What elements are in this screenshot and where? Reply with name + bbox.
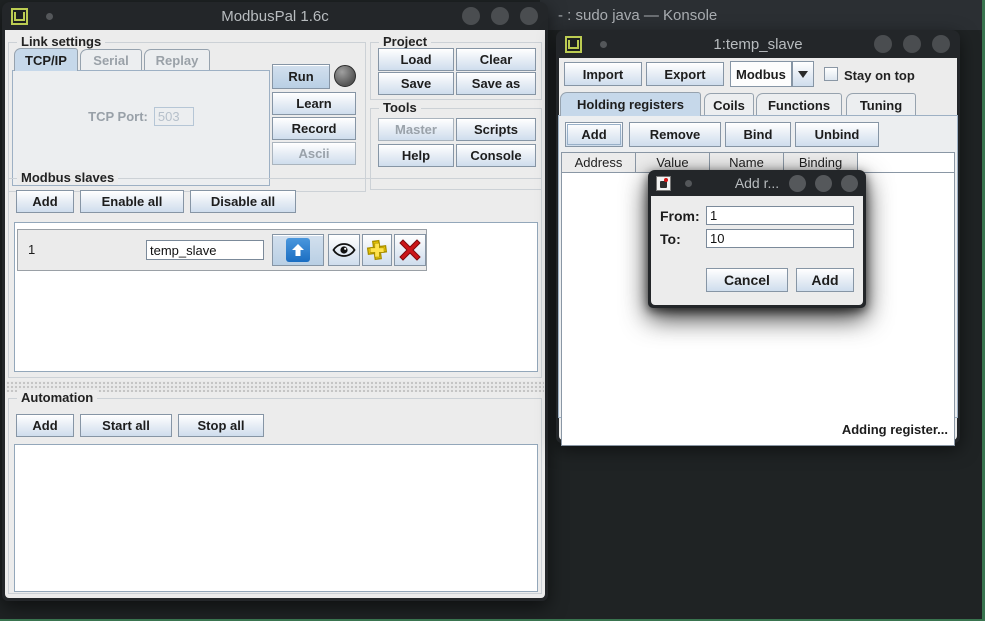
tab-coils[interactable]: Coils — [704, 93, 754, 116]
modbuspal-window: ModbusPal 1.6c Link settings TCP/IP Seri… — [2, 2, 548, 601]
tcp-port-label: TCP Port: — [88, 109, 148, 124]
status-bar: Adding register... — [556, 422, 948, 437]
slave-row[interactable]: 1 — [17, 229, 427, 271]
eye-icon — [332, 242, 356, 258]
console-button[interactable]: Console — [456, 144, 536, 167]
slaves-add-button[interactable]: Add — [16, 190, 74, 213]
stop-all-button[interactable]: Stop all — [178, 414, 264, 437]
stay-on-top-label: Stay on top — [844, 68, 915, 83]
close-x-icon — [399, 239, 421, 261]
clear-button[interactable]: Clear — [456, 48, 536, 71]
dialog-titlebar[interactable]: Add r... — [648, 170, 866, 196]
load-button[interactable]: Load — [378, 48, 454, 71]
slave-id: 1 — [28, 242, 35, 257]
close-button[interactable] — [932, 35, 950, 53]
scripts-button[interactable]: Scripts — [456, 118, 536, 141]
plus-icon — [366, 239, 388, 261]
import-button[interactable]: Import — [564, 62, 642, 86]
tcpip-tab-panel: TCP Port: — [12, 70, 270, 186]
start-all-button[interactable]: Start all — [80, 414, 172, 437]
register-add-button[interactable]: Add — [565, 122, 623, 147]
minimize-button[interactable] — [789, 175, 806, 192]
tab-tuning[interactable]: Tuning — [846, 93, 916, 116]
minimize-button[interactable] — [462, 7, 480, 25]
register-unbind-button[interactable]: Unbind — [795, 122, 879, 147]
slave-add-register-button[interactable] — [362, 234, 392, 266]
window-menu-dot-icon[interactable] — [685, 180, 692, 187]
slave-delete-button[interactable] — [394, 234, 426, 266]
master-button[interactable]: Master — [378, 118, 454, 141]
slave-view-button[interactable] — [328, 234, 360, 266]
dialog-add-button[interactable]: Add — [796, 268, 854, 292]
project-title: Project — [379, 34, 431, 49]
java-app-icon — [656, 176, 671, 191]
maximize-button[interactable] — [903, 35, 921, 53]
slave-app-icon — [565, 36, 582, 53]
stay-on-top-checkbox[interactable] — [824, 67, 838, 81]
save-as-button[interactable]: Save as — [456, 72, 536, 95]
record-button[interactable]: Record — [272, 117, 356, 140]
export-button[interactable]: Export — [646, 62, 724, 86]
link-settings-title: Link settings — [17, 34, 105, 49]
enable-all-button[interactable]: Enable all — [80, 190, 184, 213]
tcp-port-input[interactable] — [154, 107, 194, 126]
modbuspal-app-icon — [11, 8, 28, 25]
col-header-address[interactable]: Address — [562, 153, 636, 172]
konsole-titlebar: - : sudo java — Konsole — [540, 0, 985, 30]
konsole-title: - : sudo java — Konsole — [558, 7, 717, 24]
maximize-button[interactable] — [815, 175, 832, 192]
window-menu-dot-icon[interactable] — [600, 41, 607, 48]
slave-name-input[interactable] — [146, 240, 264, 260]
disable-all-button[interactable]: Disable all — [190, 190, 296, 213]
add-register-dialog: Add r... From: To: Cancel Add — [648, 170, 866, 308]
register-remove-button[interactable]: Remove — [629, 122, 721, 147]
to-label: To: — [660, 231, 681, 247]
from-label: From: — [660, 208, 700, 224]
up-arrow-icon — [286, 238, 310, 262]
tab-functions[interactable]: Functions — [756, 93, 842, 116]
tab-tcpip[interactable]: TCP/IP — [14, 48, 78, 71]
window-menu-dot-icon[interactable] — [46, 13, 53, 20]
automation-add-button[interactable]: Add — [16, 414, 74, 437]
maximize-button[interactable] — [491, 7, 509, 25]
run-led-indicator — [334, 65, 356, 87]
slave-enable-button[interactable] — [272, 234, 324, 266]
tab-replay[interactable]: Replay — [144, 49, 210, 71]
modbuspal-titlebar[interactable]: ModbusPal 1.6c — [2, 2, 548, 30]
slaves-list-panel: 1 — [14, 222, 538, 372]
modbus-slaves-title: Modbus slaves — [17, 170, 118, 185]
minimize-button[interactable] — [874, 35, 892, 53]
mode-select[interactable]: Modbus — [730, 61, 792, 87]
automation-title: Automation — [17, 390, 97, 405]
save-button[interactable]: Save — [378, 72, 454, 95]
ascii-button[interactable]: Ascii — [272, 142, 356, 165]
help-button[interactable]: Help — [378, 144, 454, 167]
register-bind-button[interactable]: Bind — [725, 122, 791, 147]
close-button[interactable] — [841, 175, 858, 192]
to-input[interactable] — [706, 229, 854, 248]
from-input[interactable] — [706, 206, 854, 225]
tab-holding-registers[interactable]: Holding registers — [560, 92, 701, 116]
run-button[interactable]: Run — [272, 64, 330, 89]
status-text: Adding register... — [842, 422, 948, 437]
automation-list-panel — [14, 444, 538, 592]
tab-serial[interactable]: Serial — [80, 49, 142, 71]
tools-title: Tools — [379, 100, 421, 115]
close-button[interactable] — [520, 7, 538, 25]
slave-titlebar[interactable]: 1:temp_slave — [556, 30, 960, 58]
learn-button[interactable]: Learn — [272, 92, 356, 115]
dialog-cancel-button[interactable]: Cancel — [706, 268, 788, 292]
chevron-down-icon[interactable] — [792, 61, 814, 87]
